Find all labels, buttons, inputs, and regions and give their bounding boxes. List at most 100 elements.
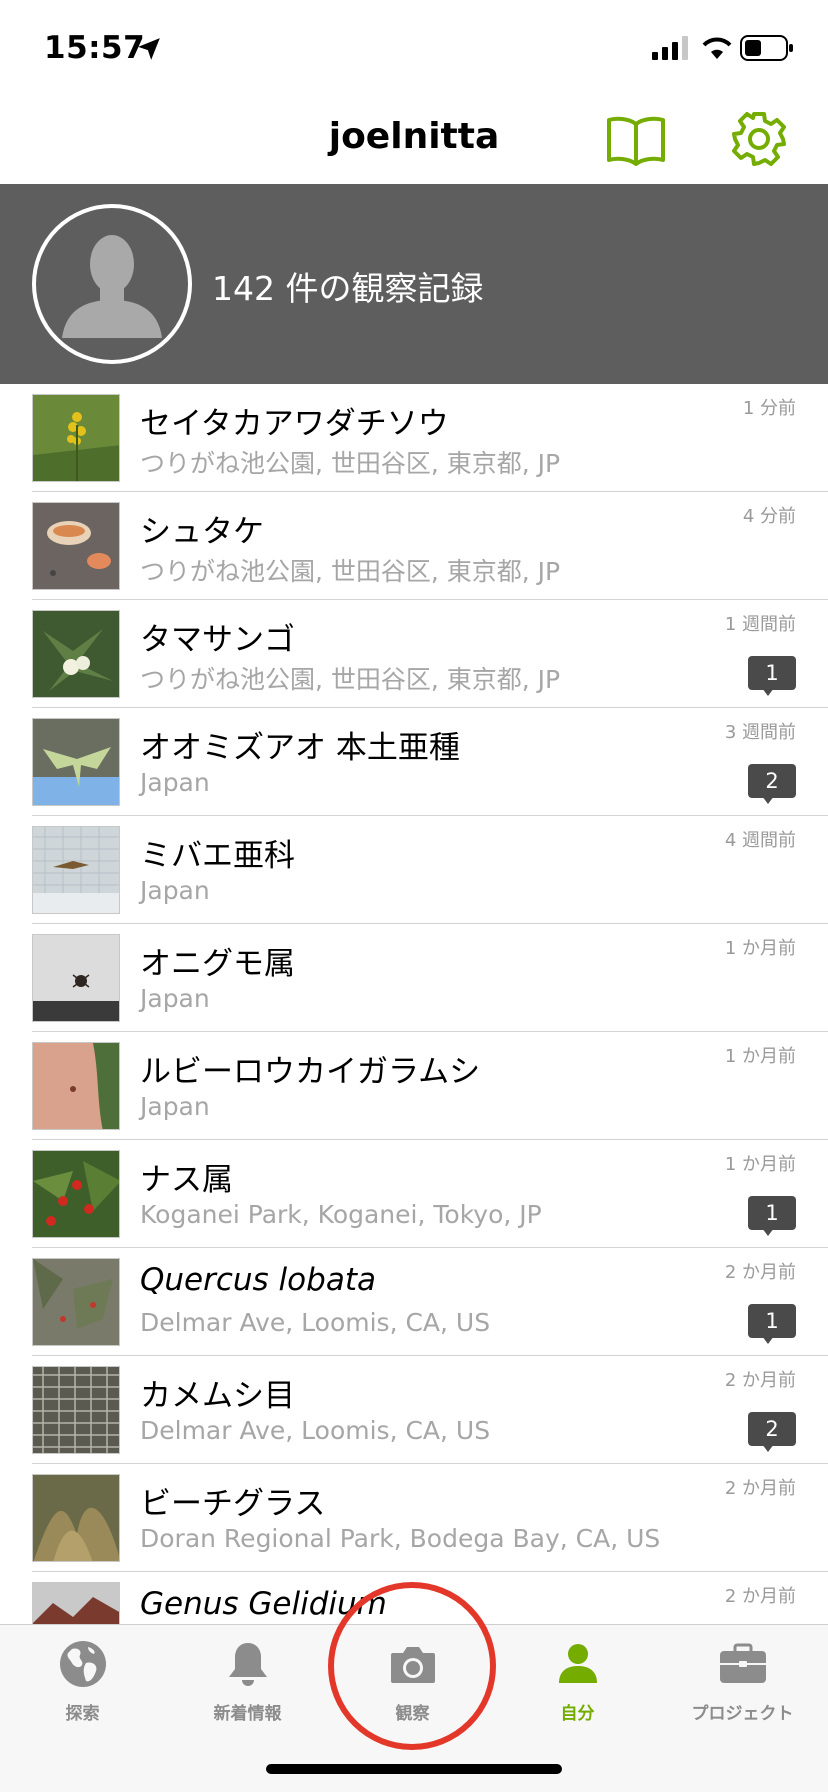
list-item[interactable]: ルビーロウカイガラムシ Japan 1 か月前 [0,1032,828,1140]
list-item[interactable]: タマサンゴつりがね池公園, 世田谷区, 東京都, JP 1 週間前 1 [0,600,828,708]
observation-name: オニグモ属 [140,946,295,982]
comment-count: 2 [748,1412,796,1446]
tab-observe[interactable]: 観察 [330,1625,495,1735]
comment-count: 1 [748,1304,796,1338]
observation-name: タマサンゴ [140,622,295,658]
page-title: joelnitta [328,116,500,157]
location-arrow-icon [138,38,160,60]
observation-time: 4 分前 [742,506,796,527]
speech-bubble-tail-icon [762,796,774,804]
observation-thumbnail [32,1366,120,1454]
observation-count: 142 件の観察記録 [212,269,484,308]
home-indicator [266,1764,562,1774]
comment-count: 1 [748,1196,796,1230]
status-bar: 15:57 [0,0,828,96]
open-book-icon[interactable] [606,114,666,166]
observation-time: 1 か月前 [724,938,796,959]
observation-name: シュタケ [140,514,264,550]
list-item[interactable]: セイタカアワダチソウ つりがね池公園, 世田谷区, 東京都, JP 1 分前 [0,384,828,492]
observation-place: つりがね池公園, 世田谷区, 東京都, JP [140,665,561,694]
camera-icon [390,1647,435,1683]
observation-thumbnail [32,934,120,1022]
list-item[interactable]: ナス属 Koganei Park, Koganei, Tokyo, JP 1 か月前… [0,1140,828,1248]
navigation-bar: joelnitta [0,96,828,184]
tab-label: 探索 [65,1704,100,1724]
observation-place: Doran Regional Park, Bodega Bay, CA, US [140,1524,661,1553]
observation-name: カメムシ目 [140,1378,295,1414]
observation-name: Quercus lobata [140,1262,376,1298]
observation-time: 2 か月前 [724,1262,796,1283]
observation-name: ビーチグラス [140,1486,326,1522]
briefcase-icon [719,1643,766,1683]
comment-count-badge: 1 [748,1196,796,1236]
observation-place: Delmar Ave, Loomis, CA, US [140,1416,491,1445]
comment-count-badge: 2 [748,764,796,804]
cellular-signal-icon [652,36,688,60]
observation-place: Japan [140,768,210,797]
observation-time: 2 か月前 [724,1370,796,1391]
tab-explore[interactable]: 探索 [0,1625,165,1735]
observation-time: 1 か月前 [724,1154,796,1175]
comment-count-badge: 1 [748,656,796,696]
observation-time: 1 分前 [742,398,796,419]
list-item[interactable]: ミバエ亜科 Japan 4 週間前 [0,816,828,924]
observation-place: Japan [140,1092,210,1121]
observation-list: セイタカアワダチソウ つりがね池公園, 世田谷区, 東京都, JP 1 分前 シュタケ… [0,384,828,1624]
observation-time: 1 か月前 [724,1046,796,1067]
observation-place: つりがね池公園, 世田谷区, 東京都, JP [140,449,561,478]
tab-label: 自分 [560,1704,595,1724]
speech-bubble-tail-icon [762,688,774,696]
list-item[interactable]: Genus Gelidium 2 か月前 [0,1572,828,1624]
tab-me[interactable]: 自分 [495,1625,660,1735]
status-time: 15:57 [44,30,146,66]
observation-time: 2 か月前 [724,1586,796,1607]
battery-icon [740,35,793,61]
bell-icon [228,1643,267,1686]
list-item[interactable]: Quercus lobata Delmar Ave, Loomis, CA, US… [0,1248,828,1356]
list-item[interactable]: カメムシ目 Delmar Ave, Loomis, CA, US 2 か月前 2 [0,1356,828,1464]
observation-thumbnail [32,1150,120,1238]
tab-label: プロジェクト [691,1704,794,1724]
person-icon [558,1644,597,1683]
observation-thumbnail [32,1474,120,1562]
default-user-icon [62,235,162,338]
speech-bubble-tail-icon [762,1228,774,1236]
tab-label: 観察 [395,1704,430,1724]
list-item[interactable]: オニグモ属 Japan 1 か月前 [0,924,828,1032]
profile-header: 142 件の観察記録 [0,184,828,384]
observation-name: ナス属 [140,1162,233,1198]
tab-label: 新着情報 [213,1704,282,1724]
observation-place: Japan [140,876,210,905]
observation-time: 4 週間前 [724,830,796,851]
comment-count: 1 [748,656,796,690]
observation-name: ルビーロウカイガラムシ [140,1054,481,1090]
gear-icon[interactable] [730,110,788,168]
observation-time: 1 週間前 [724,614,796,635]
comment-count-badge: 1 [748,1304,796,1344]
observation-name: ミバエ亜科 [140,838,295,874]
speech-bubble-tail-icon [762,1336,774,1344]
observation-thumbnail [32,1582,120,1624]
observation-place: つりがね池公園, 世田谷区, 東京都, JP [140,557,561,586]
observation-thumbnail [32,1258,120,1346]
observation-place: Japan [140,984,210,1013]
comment-count: 2 [748,764,796,798]
observation-place: Koganei Park, Koganei, Tokyo, JP [140,1200,542,1229]
observation-time: 2 か月前 [724,1478,796,1499]
tab-projects[interactable]: プロジェクト [660,1625,825,1735]
list-item[interactable]: オオミズアオ 本土亜種 Japan 3 週間前 2 [0,708,828,816]
observation-name: Genus Gelidium [140,1586,387,1622]
observation-thumbnail [32,502,120,590]
list-item[interactable]: シュタケつりがね池公園, 世田谷区, 東京都, JP 4 分前 [0,492,828,600]
wifi-icon [702,37,732,59]
comment-count-badge: 2 [748,1412,796,1452]
observation-time: 3 週間前 [724,722,796,743]
avatar[interactable] [32,204,192,364]
observation-thumbnail [32,1042,120,1130]
observation-thumbnail [32,394,120,482]
observation-place: Delmar Ave, Loomis, CA, US [140,1308,491,1337]
list-item[interactable]: ビーチグラス Doran Regional Park, Bodega Bay, C… [0,1464,828,1572]
observation-name: オオミズアオ 本土亜種 [140,730,460,766]
tab-news[interactable]: 新着情報 [165,1625,330,1735]
speech-bubble-tail-icon [762,1444,774,1452]
